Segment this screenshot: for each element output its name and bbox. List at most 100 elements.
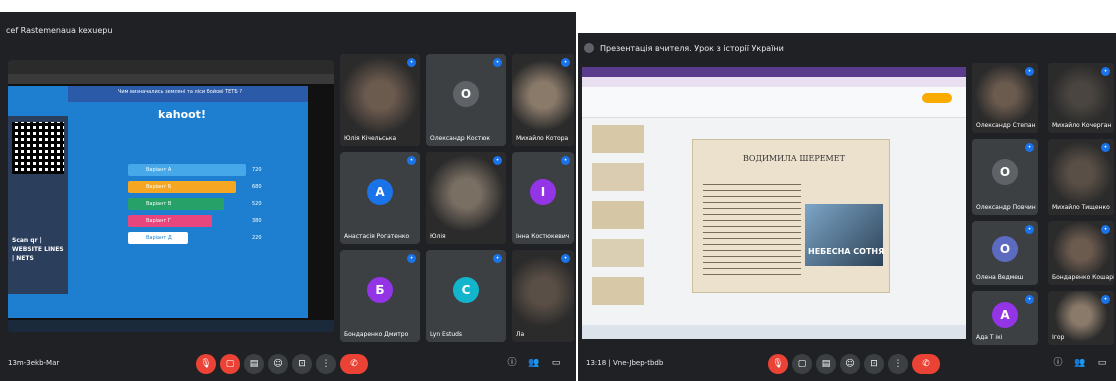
end-call-button[interactable]: ✆ <box>340 354 368 374</box>
participant-tile[interactable]: Михайло Кочерган • <box>1048 63 1114 133</box>
participant-tile[interactable]: Михайло Тищенко • <box>1048 139 1114 215</box>
participant-name: Михайло Тищенко <box>1052 204 1110 211</box>
more-options-button[interactable]: ⋮ <box>888 354 908 374</box>
mic-status-icon: • <box>1025 67 1034 76</box>
participant-name: Ігор <box>1052 334 1065 341</box>
mic-status-icon: • <box>1101 295 1110 304</box>
answer-bar: Варіант Г 380 <box>128 215 262 227</box>
meeting-title-bar: cef Rastemenaua kexuepu <box>0 12 576 48</box>
participant-name: Ла <box>516 331 525 338</box>
participant-tile[interactable]: Ігор • <box>1048 291 1114 345</box>
slide-thumbnail[interactable] <box>592 163 644 191</box>
slide-image: НЕБЕСНА СОТНЯ <box>805 204 885 266</box>
participant-tile[interactable]: Юлія Кічельська • <box>340 54 420 146</box>
people-icon[interactable]: 👥 <box>1074 357 1086 369</box>
camera-toggle-button[interactable]: ▢ <box>792 354 812 374</box>
participant-tile[interactable]: І Інна Костюкевич • <box>512 152 574 244</box>
slide-canvas[interactable]: ВОДИМИЛА ШЕРЕМЕТ НЕБЕСНА СОТНЯ <box>692 139 890 293</box>
browser-address-bar <box>582 77 966 87</box>
participant-avatar: О <box>992 159 1018 186</box>
participant-avatar: C <box>453 277 479 304</box>
mic-status-icon: • <box>561 156 570 165</box>
present-button[interactable]: ⊡ <box>292 354 312 374</box>
mic-status-icon: • <box>1101 225 1110 234</box>
participant-name: Михайло Котора <box>516 135 569 142</box>
participant-name: Олександр Повчин <box>976 204 1036 211</box>
slide-thumbnail[interactable] <box>592 201 644 229</box>
present-button[interactable] <box>922 93 952 103</box>
chat-icon[interactable]: ▭ <box>1096 357 1108 369</box>
emoji-button[interactable]: ☺ <box>268 354 288 374</box>
os-taskbar <box>582 325 966 339</box>
meeting-code: 13:18 | Vne-Jbep-tbdb <box>586 359 664 367</box>
info-icon[interactable]: ⓘ <box>1052 357 1064 369</box>
participant-name: Бондаренко Дмитро <box>344 331 409 338</box>
camera-toggle-button[interactable]: ▢ <box>220 354 240 374</box>
answer-bar: Варіант Д 220 <box>128 232 262 244</box>
participant-video <box>512 250 574 342</box>
end-call-button[interactable]: ✆ <box>912 354 940 374</box>
mic-status-icon: • <box>1025 295 1034 304</box>
people-icon[interactable]: 👥 <box>528 357 540 369</box>
participant-tile[interactable]: А Ада Т ікі • <box>972 291 1038 345</box>
participant-tile[interactable]: А Анастасія Рогатенко • <box>340 152 420 244</box>
participant-tile[interactable]: Юлія • <box>426 152 506 244</box>
captions-button[interactable]: ▤ <box>816 354 836 374</box>
browser-tab-strip <box>582 67 966 77</box>
participant-tile[interactable]: Михайло Котора • <box>512 54 574 146</box>
mic-status-icon: • <box>493 254 502 263</box>
meeting-code: 13m-3ekb-Mar <box>8 359 60 367</box>
meeting-title: cef Rastemenaua kexuepu <box>6 25 113 35</box>
slide-title: ВОДИМИЛА ШЕРЕМЕТ <box>743 154 845 163</box>
participant-tile[interactable]: О Олена Ведмеш • <box>972 221 1038 285</box>
participant-tile[interactable]: C Lyn Estuds • <box>426 250 506 342</box>
qr-panel: Scan qr | WEBSITE LINES | NETS <box>8 116 68 294</box>
meet-logo-icon <box>584 43 594 53</box>
participant-tile[interactable]: О Олександр Костюк • <box>426 54 506 146</box>
participant-tile[interactable]: О Олександр Повчин • <box>972 139 1038 215</box>
slide-thumbnail[interactable] <box>592 277 644 305</box>
mic-status-icon: • <box>407 58 416 67</box>
mic-toggle-button[interactable]: 🎙 <box>196 354 216 374</box>
participant-name: Юлія <box>430 233 446 240</box>
participant-avatar: А <box>367 179 393 206</box>
participant-name: Михайло Кочерган <box>1052 122 1112 129</box>
participant-video <box>340 54 420 146</box>
participant-tile[interactable]: Бондаренко Кошарів • <box>1048 221 1114 285</box>
slide-thumbnail[interactable] <box>592 125 644 153</box>
meet-window-right: Презентація вчителя. Урок з історії Укра… <box>578 33 1116 381</box>
participant-name: Lyn Estuds <box>430 331 463 338</box>
meeting-title: Презентація вчителя. Урок з історії Укра… <box>600 43 784 53</box>
info-icon[interactable]: ⓘ <box>506 357 518 369</box>
more-options-button[interactable]: ⋮ <box>316 354 336 374</box>
slides-toolbar <box>582 87 966 118</box>
emoji-button[interactable]: ☺ <box>840 354 860 374</box>
browser-address-bar <box>8 74 334 84</box>
mic-status-icon: • <box>407 254 416 263</box>
mic-status-icon: • <box>493 58 502 67</box>
participant-name: Ада Т ікі <box>976 334 1003 341</box>
participant-avatar: О <box>992 236 1018 263</box>
participant-tile[interactable]: Олександр Степан • <box>972 63 1038 133</box>
kahoot-logo: kahoot! <box>158 108 206 121</box>
captions-button[interactable]: ▤ <box>244 354 264 374</box>
mic-toggle-button[interactable]: 🎙 <box>768 354 788 374</box>
present-button[interactable]: ⊡ <box>864 354 884 374</box>
participant-avatar: А <box>992 301 1018 328</box>
participant-tile[interactable]: Б Бондаренко Дмитро • <box>340 250 420 342</box>
chat-icon[interactable]: ▭ <box>550 357 562 369</box>
mic-status-icon: • <box>1101 67 1110 76</box>
meet-window-left: cef Rastemenaua kexuepu Чим визначались … <box>0 12 576 381</box>
shared-screen[interactable]: ВОДИМИЛА ШЕРЕМЕТ НЕБЕСНА СОТНЯ <box>582 67 966 339</box>
mic-status-icon: • <box>1025 225 1034 234</box>
participant-tile[interactable]: Ла • <box>512 250 574 342</box>
slide-image-caption: НЕБЕСНА СОТНЯ <box>808 247 885 256</box>
meeting-controls: 13:18 | Vne-Jbep-tbdb 🎙 ▢ ▤ ☺ ⊡ ⋮ ✆ ⓘ 👥 … <box>578 347 1116 381</box>
kahoot-slide: Чим визначались земляні та ліси бойові Т… <box>8 86 308 318</box>
answer-bar: Варіант В 520 <box>128 198 262 210</box>
participant-name: Юлія Кічельська <box>344 135 397 142</box>
shared-screen[interactable]: Чим визначались земляні та ліси бойові Т… <box>8 60 334 332</box>
slide-thumbnail[interactable] <box>592 239 644 267</box>
mic-status-icon: • <box>1025 143 1034 152</box>
participant-name: Олена Ведмеш <box>976 274 1024 281</box>
